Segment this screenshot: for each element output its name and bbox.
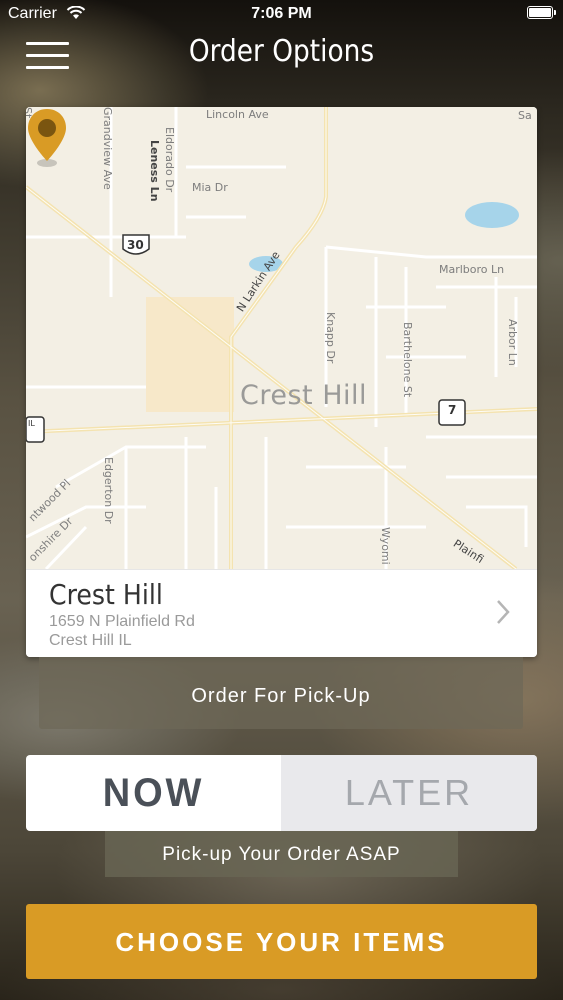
store-name: Crest Hill: [49, 578, 163, 611]
status-time: 7:06 PM: [251, 5, 312, 22]
battery-icon: [527, 6, 556, 19]
street-leness-label: Leness Ln: [148, 140, 161, 202]
store-map[interactable]: 30 7 IL Lincoln Ave Eldorado Dr Leness L…: [26, 107, 537, 569]
store-location-row[interactable]: Crest Hill 1659 N Plainfield Rd Crest Hi…: [26, 569, 537, 657]
store-card: 30 7 IL Lincoln Ave Eldorado Dr Leness L…: [26, 107, 537, 657]
street-eldorado-label: Eldorado Dr: [163, 127, 176, 193]
later-segment[interactable]: LATER: [281, 755, 537, 831]
route-7-label: 7: [448, 403, 457, 417]
street-edgerton-label: Edgerton Dr: [102, 457, 115, 524]
order-type-button[interactable]: Order For Pick-Up: [39, 657, 523, 729]
timing-segmented-control: NOW LATER: [26, 755, 537, 831]
address-line-1: 1659 N Plainfield Rd: [49, 613, 195, 630]
now-segment[interactable]: NOW: [32, 755, 275, 831]
chevron-right-icon: [497, 600, 510, 624]
street-barthelone-label: Barthelone St: [401, 322, 414, 398]
pickup-timing-note: Pick-up Your Order ASAP: [105, 831, 458, 877]
street-sa-label: Sa: [518, 109, 532, 122]
map-pin-icon[interactable]: [26, 107, 68, 169]
street-marlboro-label: Marlboro Ln: [439, 263, 505, 276]
route-30-label: 30: [127, 238, 144, 252]
street-wyoming-label: Wyomi: [379, 527, 392, 565]
address-line-2: Crest Hill IL: [49, 632, 132, 649]
street-grandview-label: Grandview Ave: [101, 107, 114, 190]
route-il-label: IL: [28, 419, 35, 428]
status-bar: Carrier 7:06 PM: [0, 0, 563, 28]
choose-items-button[interactable]: CHOOSE YOUR ITEMS: [26, 904, 537, 979]
street-arbor-label: Arbor Ln: [506, 319, 519, 366]
store-address: 1659 N Plainfield Rd Crest Hill IL: [49, 612, 195, 650]
street-knapp-label: Knapp Dr: [324, 312, 337, 364]
street-lincoln-label: Lincoln Ave: [206, 108, 269, 121]
street-mia-label: Mia Dr: [192, 181, 228, 194]
map-city-label: Crest Hill: [240, 380, 368, 411]
page-title: Order Options: [188, 34, 375, 69]
